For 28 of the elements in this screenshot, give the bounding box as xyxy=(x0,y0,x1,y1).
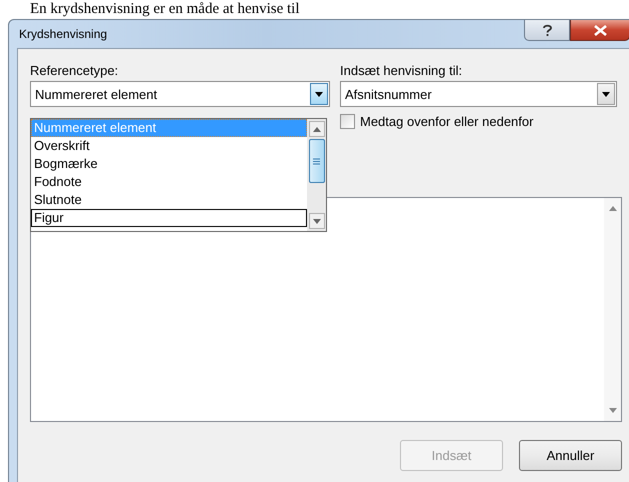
window-title: Krydshenvisning xyxy=(19,27,108,41)
dialog-button[interactable]: Annuller xyxy=(519,440,622,471)
dropdown-option[interactable]: Overskrift xyxy=(31,137,307,155)
caret-icon xyxy=(602,92,610,96)
help-button[interactable] xyxy=(524,20,570,41)
heading-text: En krydshenvisning er en måde at henvise til xyxy=(30,0,300,18)
help-icon xyxy=(542,24,552,36)
close-icon xyxy=(594,24,606,36)
grip-icon xyxy=(313,158,320,164)
scroll-down-icon xyxy=(608,408,616,413)
checkbox[interactable] xyxy=(340,114,355,129)
caret-icon xyxy=(315,92,323,96)
scrollbar[interactable] xyxy=(307,119,326,231)
field-label: Indsæt henvisning til: xyxy=(340,63,464,78)
insert-reference-dropdown[interactable]: Afsnitsnummer xyxy=(340,81,617,107)
scrollbar[interactable] xyxy=(604,198,621,421)
close-button[interactable] xyxy=(570,20,629,41)
dropdown-option[interactable]: Bogmærke xyxy=(31,155,307,173)
reference-type-dropdown[interactable]: Nummereret element xyxy=(30,81,330,107)
scroll-down-icon xyxy=(312,218,320,224)
checkbox-label: Medtag ovenfor eller nedenfor xyxy=(360,114,534,129)
scroll-up-icon xyxy=(312,126,320,132)
dropdown-option[interactable]: Slutnote xyxy=(31,191,307,209)
dropdown-option[interactable]: Fodnote xyxy=(31,173,307,191)
scroll-up-icon xyxy=(608,206,616,211)
dropdown-option[interactable]: Figur xyxy=(31,209,307,227)
scroll-thumb[interactable] xyxy=(308,139,324,183)
field-label: Referencetype: xyxy=(30,63,120,78)
